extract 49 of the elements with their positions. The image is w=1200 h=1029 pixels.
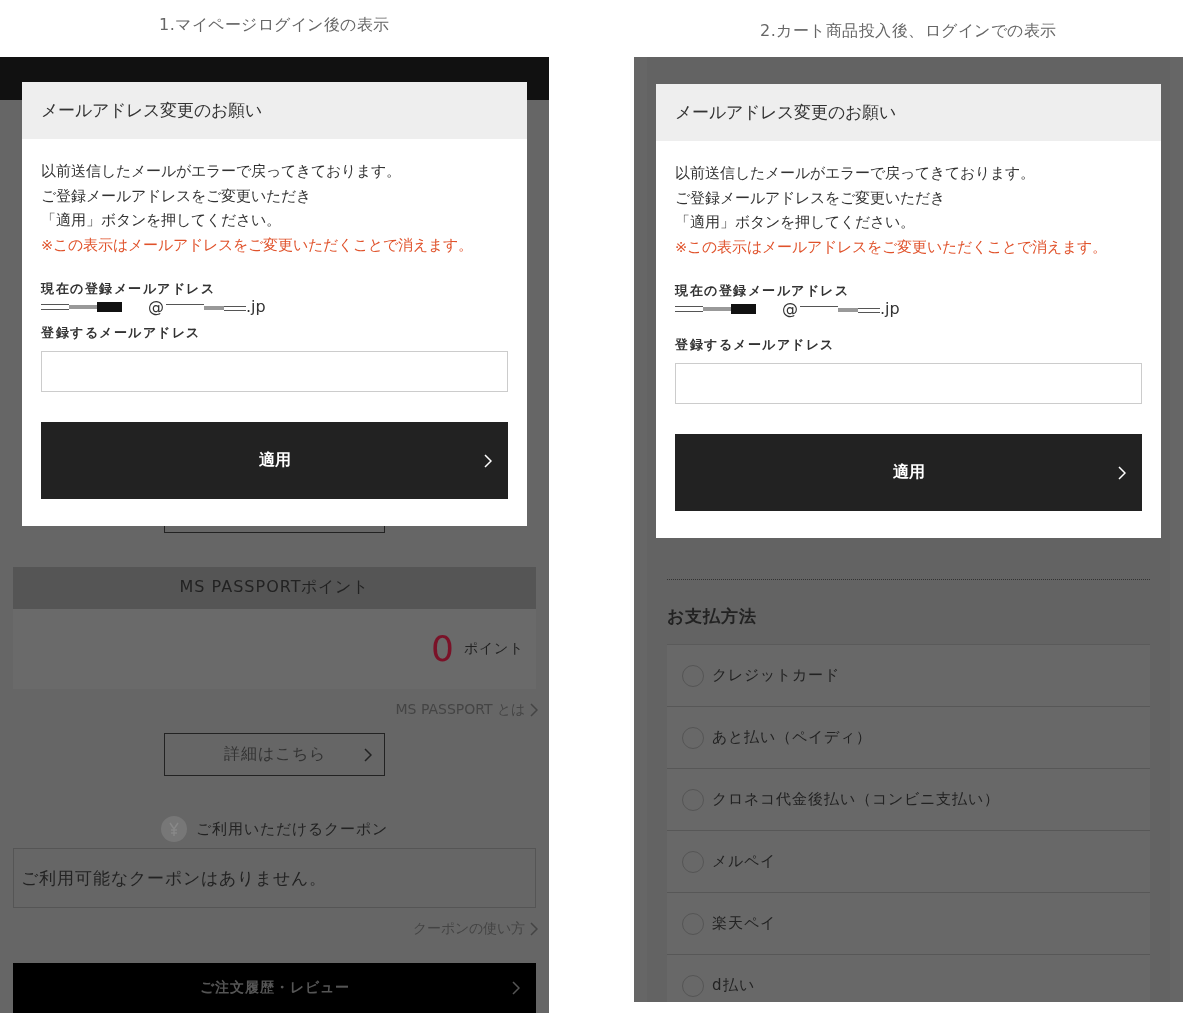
chevron-right-icon [512,981,520,996]
payment-option[interactable]: あと払い（ペイディ） [667,707,1150,769]
email-ending: .jp [880,299,900,319]
field-label: 登録するメールアドレス [675,337,836,353]
chevron-right-icon [530,703,538,718]
payment-option[interactable]: 楽天ペイ [667,893,1150,955]
option-label: 楽天ペイ [712,914,776,933]
caption-text: 2.カート商品投入後、ログインでの表示 [760,20,1057,42]
field-label: 現在の登録メールアドレス [675,283,850,299]
payment-option[interactable]: メルペイ [667,831,1150,893]
option-label: d払い [712,976,755,995]
option-label: あと払い（ペイディ） [712,728,872,747]
coupon-message: ご利用可能なクーポンはありません。 [21,866,327,890]
section-heading: ご利用いただけるクーポン [196,819,388,839]
chevron-right-icon [364,747,372,762]
payment-option[interactable]: クロネコ代金後払い（コンビニ支払い） [667,769,1150,831]
order-history-button[interactable]: ご注文履歴・レビュー [13,963,536,1013]
apply-button[interactable]: 適用 [675,434,1142,511]
email-separator: @ [148,297,164,317]
email-ending: .jp [246,297,266,317]
message-text: 「適用」ボタンを押してください。 [675,213,916,232]
message-text: ご登録メールアドレスをご変更いただき [675,188,946,208]
points-value: 0 [431,629,454,669]
apply-button[interactable]: 適用 [41,422,508,499]
caption-text: 1.マイページログイン後の表示 [159,14,390,36]
payment-option[interactable]: クレジットカード [667,645,1150,707]
message-text: 以前送信したメールがエラーで戻ってきております。 [675,164,1036,183]
dialog-title: メールアドレス変更のお願い [41,99,262,122]
option-label: クレジットカード [712,666,840,685]
dialog-title: メールアドレス変更のお願い [675,101,896,124]
message-text: 以前送信したメールがエラーで戻ってきております。 [41,162,402,181]
payment-option[interactable]: d払い [667,955,1150,1002]
notice-text: ※この表示はメールアドレスをご変更いただくことで消えます。 [41,235,475,255]
option-label: クロネコ代金後払い（コンビニ支払い） [712,790,1000,809]
chevron-right-icon [1118,465,1126,480]
message-text: ご登録メールアドレスをご変更いただき [41,186,312,206]
points-unit: ポイント [464,640,524,658]
option-label: メルペイ [712,852,776,871]
message-text: 「適用」ボタンを押してください。 [41,211,282,230]
field-label: 現在の登録メールアドレス [41,281,216,297]
email-input-field[interactable] [41,351,508,392]
chevron-right-icon [530,922,538,937]
chevron-right-icon [484,453,492,468]
email-input-field[interactable] [675,363,1142,404]
notice-text: ※この表示はメールアドレスをご変更いただくことで消えます。 [675,237,1109,257]
field-label: 登録するメールアドレス [41,325,202,341]
section-heading: お支払方法 [667,605,758,628]
email-separator: @ [782,299,798,319]
yen-coin-icon [161,816,187,843]
